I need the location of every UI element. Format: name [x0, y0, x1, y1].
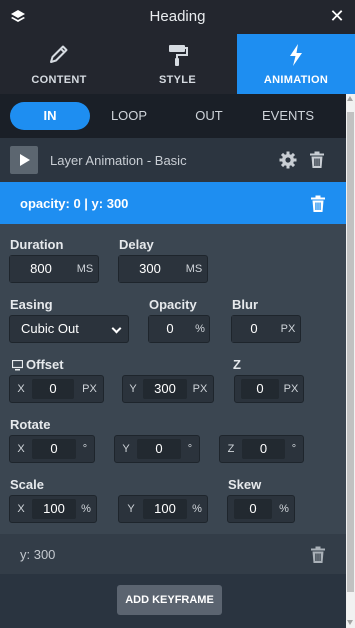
offset-z-unit: PX [283, 383, 299, 395]
add-keyframe-area: ADD KEYFRAME [0, 574, 346, 628]
scroll-down-icon[interactable] [347, 620, 353, 625]
play-button[interactable] [10, 146, 38, 174]
paint-roller-icon [168, 45, 188, 66]
offset-x-value[interactable]: 0 [32, 379, 74, 399]
keyframe-settings-panel: Duration 800 MS Delay 300 MS Easing Cubi… [0, 224, 346, 534]
delay-label: Delay [119, 237, 154, 252]
easing-select[interactable]: Cubic Out [9, 315, 129, 343]
offset-x-unit: PX [82, 383, 97, 395]
rotate-z-field[interactable]: Z 0 ° [219, 435, 304, 463]
z-label: Z [233, 357, 241, 372]
duration-label: Duration [10, 237, 64, 252]
scale-x-field[interactable]: X 100 % [9, 495, 97, 523]
add-keyframe-button[interactable]: ADD KEYFRAME [117, 585, 222, 615]
close-icon[interactable]: ✕ [327, 5, 347, 27]
duration-unit: MS [76, 263, 94, 275]
delay-field[interactable]: 300 MS [118, 255, 208, 283]
tab-animation-label: ANIMATION [263, 74, 329, 86]
tab-content-label: CONTENT [31, 74, 87, 86]
subtab-in[interactable]: IN [10, 102, 90, 130]
scale-y-value[interactable]: 100 [143, 499, 187, 519]
blur-field[interactable]: 0 PX [231, 315, 301, 343]
chevron-down-icon [111, 323, 122, 334]
skew-label: Skew [228, 477, 262, 492]
rotate-y-field[interactable]: Y 0 ° [114, 435, 200, 463]
rotate-x-field[interactable]: X 0 ° [9, 435, 95, 463]
rotate-y-value[interactable]: 0 [137, 439, 181, 459]
opacity-label: Opacity [149, 297, 197, 312]
layer-animation-name: Layer Animation - Basic [50, 153, 187, 168]
easing-label: Easing [10, 297, 53, 312]
subtab-events[interactable]: EVENTS [250, 102, 326, 130]
offset-x-prefix: X [17, 383, 25, 395]
blur-label: Blur [232, 297, 258, 312]
opacity-unit: % [195, 323, 205, 335]
easing-value: Cubic Out [21, 321, 79, 336]
skew-value[interactable]: 0 [234, 499, 272, 519]
offset-y-field[interactable]: Y 300 PX [122, 375, 214, 403]
subtab-loop[interactable]: LOOP [96, 102, 162, 130]
blur-unit: PX [280, 323, 296, 335]
offset-y-unit: PX [192, 383, 208, 395]
rotate-x-unit: ° [82, 443, 88, 455]
rotate-label: Rotate [10, 417, 51, 432]
scrollbar[interactable] [346, 94, 355, 628]
offset-label: Offset [26, 357, 64, 372]
offset-z-field[interactable]: 0 PX [234, 375, 304, 403]
keyframe-summary: opacity: 0 | y: 300 [20, 196, 129, 211]
delay-value[interactable]: 300 [119, 256, 181, 282]
rotate-x-prefix: X [17, 443, 25, 455]
scale-x-unit: % [81, 503, 91, 515]
trash-icon[interactable] [310, 195, 326, 213]
scrollbar-thumb[interactable] [347, 112, 354, 592]
keyframe-header-active[interactable]: opacity: 0 | y: 300 [0, 182, 346, 224]
offset-z-value[interactable]: 0 [241, 379, 279, 399]
scroll-up-icon[interactable] [347, 96, 353, 101]
trash-icon[interactable] [309, 151, 325, 169]
tab-animation[interactable]: ANIMATION [237, 34, 355, 94]
main-tabs: CONTENT STYLE ANIMATION [0, 34, 355, 94]
tab-style[interactable]: STYLE [118, 34, 237, 94]
rotate-y-prefix: Y [122, 443, 130, 455]
delay-unit: MS [185, 263, 203, 275]
opacity-value[interactable]: 0 [149, 316, 191, 342]
subtab-out[interactable]: OUT [176, 102, 242, 130]
trash-icon[interactable] [310, 546, 326, 564]
duration-field[interactable]: 800 MS [9, 255, 99, 283]
panel-title: Heading [149, 8, 206, 25]
rotate-z-unit: ° [291, 443, 297, 455]
scale-y-unit: % [192, 503, 202, 515]
tab-content[interactable]: CONTENT [0, 34, 118, 94]
scale-label: Scale [10, 477, 44, 492]
sub-tabs: IN LOOP OUT EVENTS [0, 94, 346, 138]
layer-animation-row: Layer Animation - Basic [0, 138, 346, 182]
tab-style-label: STYLE [159, 74, 196, 86]
scale-x-value[interactable]: 100 [32, 499, 76, 519]
bolt-icon [290, 44, 302, 66]
offset-y-value[interactable]: 300 [143, 379, 187, 399]
keyframe-header[interactable]: y: 300 [0, 534, 346, 574]
skew-unit: % [279, 503, 289, 515]
rotate-z-value[interactable]: 0 [242, 439, 285, 459]
pencil-icon [50, 45, 68, 63]
skew-field[interactable]: 0 % [227, 495, 295, 523]
scale-y-prefix: Y [127, 503, 135, 515]
rotate-x-value[interactable]: 0 [32, 439, 76, 459]
rotate-y-unit: ° [187, 443, 193, 455]
rotate-z-prefix: Z [227, 443, 235, 455]
keyframe-summary: y: 300 [20, 547, 56, 562]
offset-y-prefix: Y [129, 383, 137, 395]
gear-icon[interactable] [279, 151, 297, 169]
duration-value[interactable]: 800 [10, 256, 72, 282]
desktop-icon [12, 360, 23, 371]
panel-header: Heading ✕ [0, 0, 355, 34]
blur-value[interactable]: 0 [232, 316, 276, 342]
scale-x-prefix: X [17, 503, 25, 515]
scale-y-field[interactable]: Y 100 % [118, 495, 208, 523]
offset-x-field[interactable]: X 0 PX [9, 375, 104, 403]
opacity-field[interactable]: 0 % [148, 315, 210, 343]
play-icon [20, 154, 30, 166]
